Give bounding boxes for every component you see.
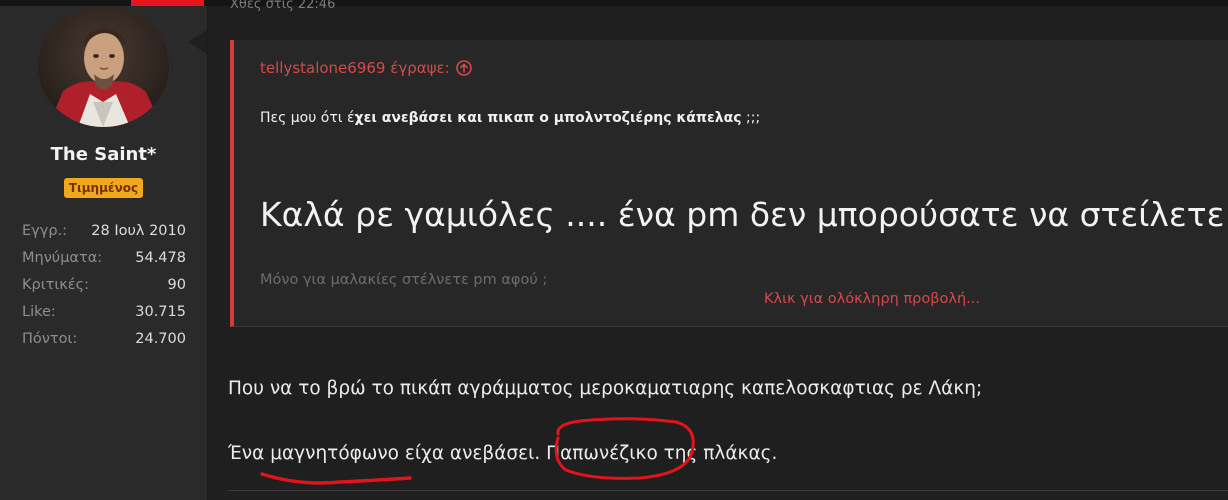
quote-author[interactable]: tellystalone6969 έγραψε:	[260, 59, 450, 77]
stat-value: 28 Ιουλ 2010	[91, 222, 186, 239]
quote-large-text: Καλά ρε γαμιόλες .... ένα pm δεν μπορούσ…	[260, 195, 1228, 234]
stat-row: Εγγρ.: 28 Ιουλ 2010	[22, 217, 186, 244]
speech-arrow	[188, 30, 207, 54]
stat-value[interactable]: 90	[168, 277, 186, 293]
post-content: Χθες στις 22:46 tellystalone6969 έγραψε:…	[208, 0, 1228, 500]
quote-line: Πες μου ότι έχει ανεβάσει και πικαπ ο μπ…	[260, 110, 760, 126]
stat-label: Μηνύματα:	[22, 249, 103, 266]
post-text-line: Που να το βρώ το πικάπ αγράμματος μεροκα…	[228, 378, 983, 399]
quote-faded-text: Μόνο για μαλακίες στέλνετε pm αφού ;	[260, 272, 548, 288]
stat-label: Κριτικές:	[22, 276, 90, 293]
post-text-line: Ένα μαγνητόφωνο είχα ανεβάσει. Παπωνέζικ…	[228, 443, 778, 464]
quote-text: ;;;	[741, 110, 761, 126]
post-divider	[228, 490, 1228, 491]
stat-row: Πόντοι: 24.700	[22, 325, 186, 352]
stat-row: Κριτικές: 90	[22, 271, 186, 298]
quote-header[interactable]: tellystalone6969 έγραψε:	[260, 59, 472, 77]
stat-label: Like:	[22, 303, 56, 320]
expand-quote-link[interactable]: Κλικ για ολόκληρη προβολή...	[764, 291, 980, 307]
post-date[interactable]: Χθες στις 22:46	[230, 0, 335, 12]
quote-bold-text: χει ανεβάσει και πικαπ ο μπολντοζιέρης κ…	[354, 110, 742, 126]
stat-value[interactable]: 54.478	[135, 250, 186, 266]
stat-value: 24.700	[135, 330, 186, 347]
username[interactable]: The Saint*	[0, 144, 207, 165]
avatar[interactable]	[38, 6, 169, 127]
stat-value: 30.715	[135, 303, 186, 320]
user-stats: Εγγρ.: 28 Ιουλ 2010 Μηνύματα: 54.478 Κρι…	[22, 217, 186, 352]
stat-label: Εγγρ.:	[22, 222, 68, 239]
stat-row: Like: 30.715	[22, 298, 186, 325]
stat-row: Μηνύματα: 54.478	[22, 244, 186, 271]
post-author-sidebar: The Saint* Τιμημένος Εγγρ.: 28 Ιουλ 2010…	[0, 6, 208, 500]
quote-text: Πες μου ότι έ	[260, 110, 355, 126]
arrow-up-circle-icon[interactable]	[455, 60, 472, 76]
user-title-badge: Τιμημένος	[63, 178, 144, 198]
quote-block: tellystalone6969 έγραψε: Πες μου ότι έχε…	[230, 40, 1228, 327]
stat-label: Πόντοι:	[22, 330, 78, 347]
